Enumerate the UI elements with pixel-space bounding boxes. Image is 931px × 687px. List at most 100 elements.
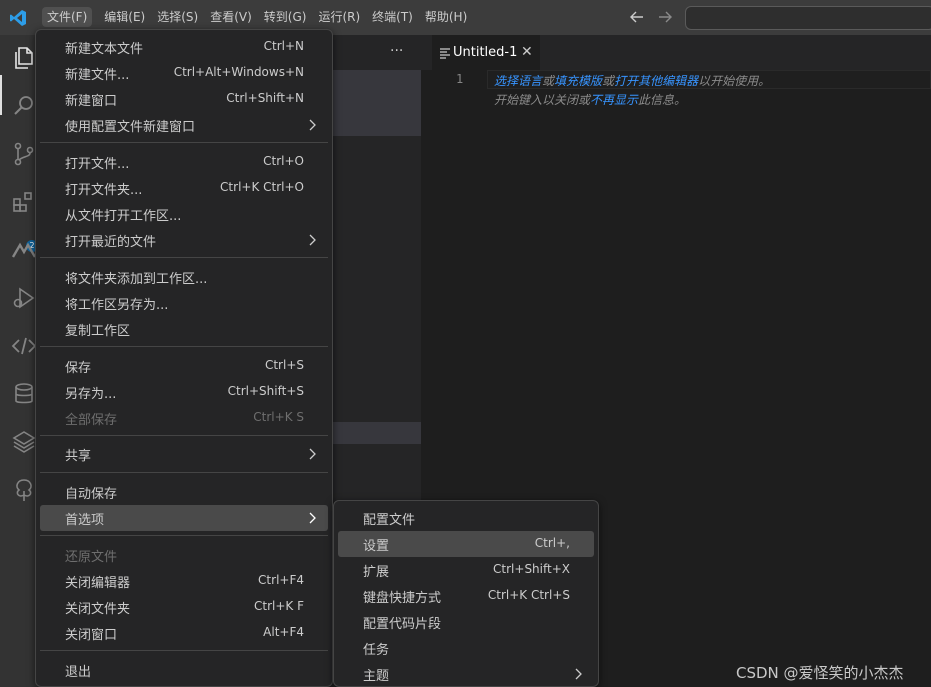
menu-item-new-file[interactable]: 新建文件... Ctrl+Alt+Windows+N (40, 60, 328, 86)
menu-item-label: 主题 (363, 669, 390, 684)
menu-item-label: 自动保存 (65, 487, 118, 502)
dont-show-again-link[interactable]: 不再显示 (590, 93, 638, 107)
file-lines-icon (440, 48, 450, 59)
search-icon[interactable] (11, 93, 37, 119)
menu-terminal[interactable]: 终端(T) (366, 0, 419, 35)
menu-item-label: 打开最近的文件 (65, 235, 157, 250)
menu-item-settings[interactable]: 设置 Ctrl+, (338, 531, 594, 557)
menu-separator (40, 472, 328, 473)
menu-item-save-as[interactable]: 另存为... Ctrl+Shift+S (40, 379, 328, 405)
chevron-right-icon (309, 119, 316, 131)
open-other-editor-link[interactable]: 打开其他编辑器 (614, 74, 698, 88)
menu-item-shortcut: Ctrl+Shift+X (493, 562, 570, 576)
hint-text: 开始键入以关闭或 (494, 93, 591, 107)
menu-item-label: 任务 (363, 643, 390, 658)
more-actions-icon[interactable]: ··· (390, 43, 403, 59)
menu-separator (40, 435, 328, 436)
fill-template-link[interactable]: 填充模版 (554, 74, 602, 88)
remote-explorer-icon[interactable] (11, 237, 37, 263)
active-indicator (0, 75, 2, 115)
sidebar-highlight (333, 70, 421, 136)
file-menu: 新建文本文件 Ctrl+N 新建文件... Ctrl+Alt+Windows+N 新… (35, 29, 333, 687)
menu-item-open-workspace[interactable]: 从文件打开工作区... (40, 201, 328, 227)
menu-item-new-window-profile[interactable]: 使用配置文件新建窗口 (40, 112, 328, 138)
menu-item-preferences[interactable]: 首选项 (40, 505, 328, 531)
run-debug-icon[interactable] (11, 285, 37, 311)
menu-item-open-recent[interactable]: 打开最近的文件 (40, 227, 328, 253)
menu-item-auto-save[interactable]: 自动保存 (40, 479, 328, 505)
menu-item-label: 将工作区另存为... (65, 298, 169, 313)
menu-item-label: 复制工作区 (65, 324, 131, 339)
editor-hint-line2: 开始键入以关闭或不再显示此信息。 (494, 91, 686, 108)
editor-hint-line1: 选择语言或填充模版或打开其他编辑器以开始使用。 (494, 72, 770, 89)
menu-separator (40, 535, 328, 536)
menu-item-label: 从文件打开工作区... (65, 209, 182, 224)
menu-item-close-editor[interactable]: 关闭编辑器 Ctrl+F4 (40, 568, 328, 594)
menu-item-close-window[interactable]: 关闭窗口 Alt+F4 (40, 620, 328, 646)
tab-title: Untitled-1 (453, 45, 518, 60)
menu-item-exit[interactable]: 退出 (40, 657, 328, 683)
menu-item-shortcut: Ctrl+S (264, 358, 304, 372)
menu-item-label: 新建文本文件 (65, 42, 144, 57)
menu-item-extensions[interactable]: 扩展 Ctrl+Shift+X (338, 557, 594, 583)
menu-item-label: 使用配置文件新建窗口 (65, 120, 196, 135)
tab-untitled-1[interactable]: Untitled-1 ✕ (432, 35, 540, 70)
layers-icon[interactable] (11, 429, 37, 455)
extensions-icon[interactable] (11, 189, 37, 215)
menu-item-open-file[interactable]: 打开文件... Ctrl+O (40, 149, 328, 175)
menu-item-profiles[interactable]: 配置文件 (338, 505, 594, 531)
menu-item-label: 另存为... (65, 387, 117, 402)
menu-item-keyboard-shortcuts[interactable]: 键盘快捷方式 Ctrl+K Ctrl+S (338, 583, 594, 609)
menu-help[interactable]: 帮助(H) (419, 0, 473, 35)
menu-item-theme[interactable]: 主题 (338, 661, 594, 687)
menu-item-save[interactable]: 保存 Ctrl+S (40, 353, 328, 379)
menu-item-label: 新建文件... (65, 68, 130, 83)
menu-file-label: 文件(F) (42, 7, 93, 27)
close-icon[interactable]: ✕ (521, 44, 533, 60)
menu-item-label: 将文件夹添加到工作区... (65, 272, 208, 287)
forward-arrow-icon[interactable] (656, 8, 674, 26)
menu-item-add-folder-workspace[interactable]: 将文件夹添加到工作区... (40, 264, 328, 290)
menu-item-label: 共享 (65, 449, 92, 464)
code-icon[interactable] (11, 333, 37, 359)
menu-item-close-folder[interactable]: 关闭文件夹 Ctrl+K F (40, 594, 328, 620)
menu-item-label: 关闭编辑器 (65, 576, 131, 591)
menu-item-new-window[interactable]: 新建窗口 Ctrl+Shift+N (40, 86, 328, 112)
menu-item-open-folder[interactable]: 打开文件夹... Ctrl+K Ctrl+O (40, 175, 328, 201)
menu-item-label: 键盘快捷方式 (363, 591, 442, 606)
menu-item-share[interactable]: 共享 (40, 441, 328, 467)
menu-item-shortcut: Ctrl+F4 (258, 573, 304, 587)
watermark: CSDN @爱怪笑的小杰杰 (736, 664, 904, 682)
menu-item-shortcut: Ctrl+Shift+N (226, 91, 304, 105)
menu-item-save-workspace-as[interactable]: 将工作区另存为... (40, 290, 328, 316)
sidebar-highlight-row (333, 422, 421, 444)
database-icon[interactable] (11, 381, 37, 407)
menu-item-shortcut: Ctrl+N (263, 39, 304, 53)
tree-icon[interactable] (11, 477, 37, 503)
hint-text: 以开始使用。 (698, 74, 771, 88)
chevron-right-icon (309, 234, 316, 246)
command-center[interactable] (685, 6, 931, 30)
explorer-icon[interactable] (11, 45, 37, 71)
menu-item-new-text-file[interactable]: 新建文本文件 Ctrl+N (40, 34, 328, 60)
menu-separator (40, 142, 328, 143)
menu-item-configure-snippets[interactable]: 配置代码片段 (338, 609, 594, 635)
menu-item-shortcut: Ctrl+Shift+S (227, 384, 304, 398)
menu-item-shortcut: Ctrl+K S (253, 410, 304, 424)
back-arrow-icon[interactable] (628, 8, 646, 26)
menu-item-label: 关闭文件夹 (65, 602, 131, 617)
menu-item-save-all: 全部保存 Ctrl+K S (40, 405, 328, 431)
menu-item-label: 新建窗口 (65, 94, 118, 109)
menu-item-duplicate-workspace[interactable]: 复制工作区 (40, 316, 328, 342)
select-language-link[interactable]: 选择语言 (494, 74, 542, 88)
menu-item-shortcut: Ctrl+O (263, 154, 304, 168)
menu-item-label: 首选项 (65, 513, 105, 528)
menu-item-label: 打开文件... (65, 157, 130, 172)
hint-text: 或 (602, 74, 615, 88)
menu-item-label: 打开文件夹... (65, 183, 143, 198)
menu-item-shortcut: Ctrl+K F (254, 599, 304, 613)
source-control-icon[interactable] (11, 141, 37, 167)
menu-item-tasks[interactable]: 任务 (338, 635, 594, 661)
preferences-submenu: 配置文件 设置 Ctrl+, 扩展 Ctrl+Shift+X 键盘快捷方式 Ctrl+… (333, 500, 599, 687)
menu-item-revert-file: 还原文件 (40, 542, 328, 568)
